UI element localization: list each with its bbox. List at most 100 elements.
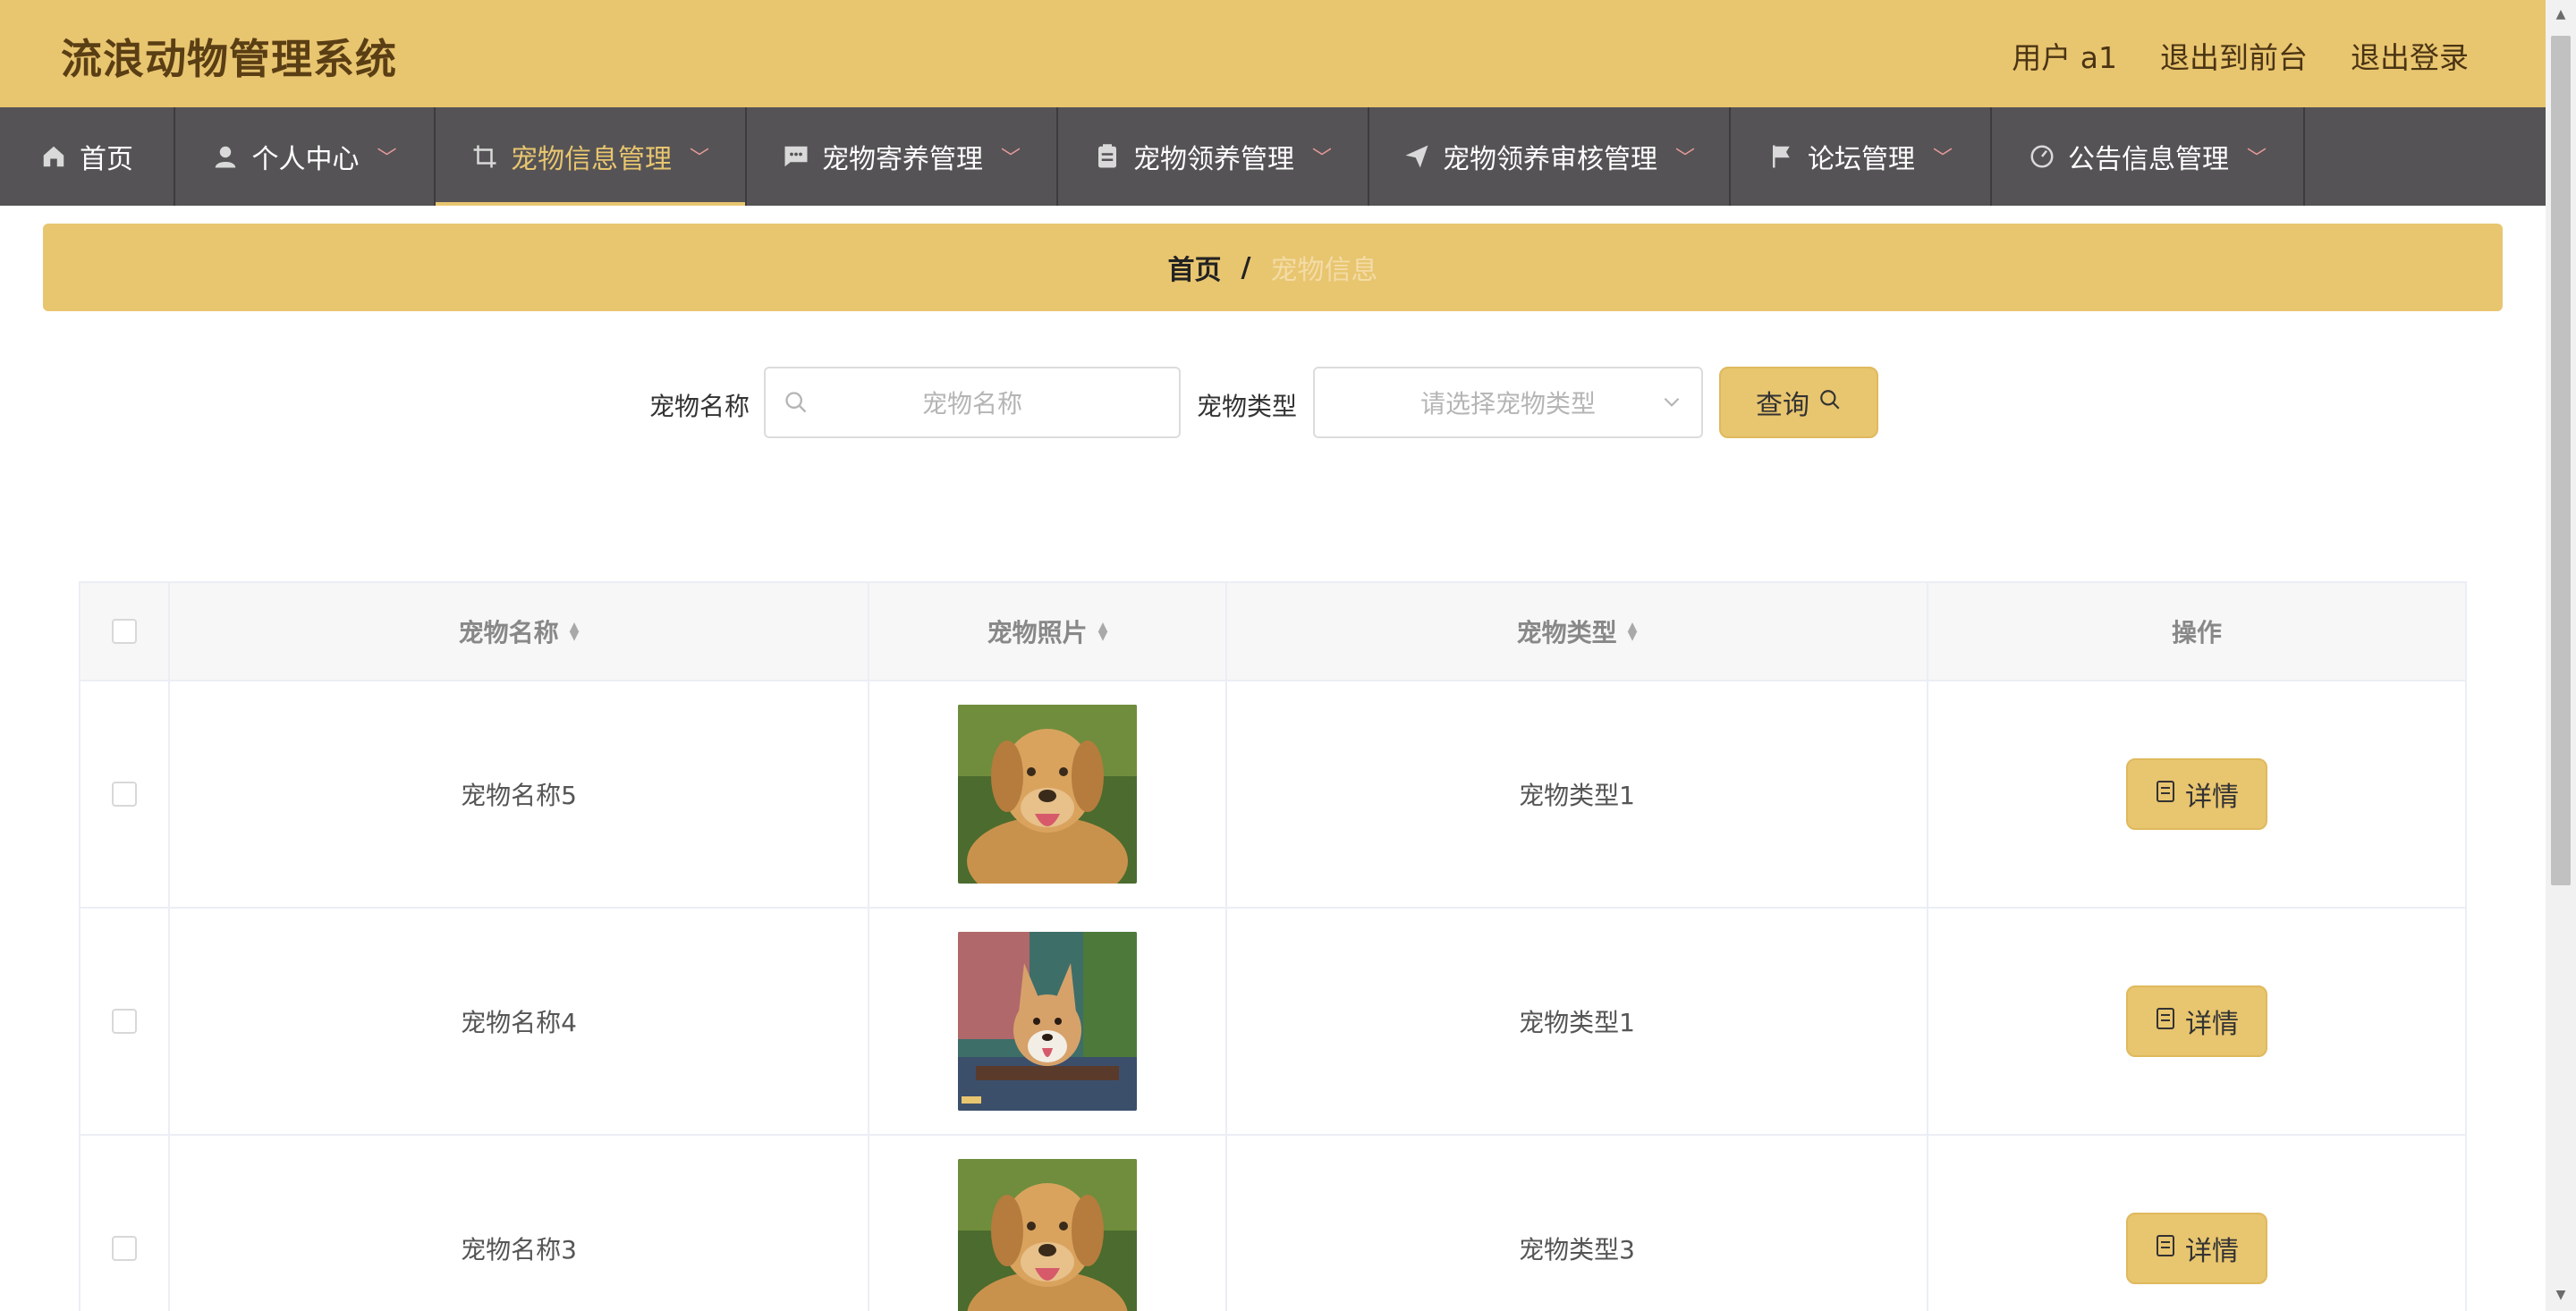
pet-name-input[interactable]: 宠物名称 [764, 367, 1181, 438]
vertical-scrollbar[interactable]: ▲ ▼ [2546, 0, 2576, 1311]
breadcrumb-current: 宠物信息 [1270, 255, 1378, 286]
pet-type-cell: 宠物类型1 [1227, 909, 1928, 1134]
crop-icon [471, 143, 498, 170]
nav-label: 公告信息管理 [2067, 144, 2229, 175]
nav-label: 宠物领养审核管理 [1442, 144, 1657, 175]
clipboard-icon [1094, 143, 1121, 170]
chevron-down-icon: ﹀ [377, 148, 397, 170]
chevron-down-icon: ﹀ [1311, 148, 1332, 170]
detail-button-label: 详情 [2185, 1236, 2239, 1267]
sort-icon[interactable]: ▲ ▼ [570, 621, 580, 642]
scrollbar-thumb[interactable] [2551, 36, 2571, 885]
detail-button-label: 详情 [2185, 1009, 2239, 1040]
row-checkbox[interactable] [112, 1236, 137, 1261]
document-icon [2155, 1233, 2176, 1264]
pet-type-label: 宠物类型 [1197, 392, 1298, 421]
column-header-label: 宠物照片 [987, 618, 1088, 647]
column-header-label: 操作 [2171, 618, 2222, 647]
nav-item-forum[interactable]: 论坛管理 ﹀ [1731, 107, 1992, 206]
app-title: 流浪动物管理系统 [61, 35, 397, 83]
detail-button[interactable]: 详情 [2126, 985, 2267, 1057]
column-header-label: 宠物类型 [1516, 618, 1617, 647]
action-cell: 详情 [1928, 1136, 2465, 1311]
breadcrumb: 首页 / 宠物信息 [43, 224, 2503, 311]
column-header-label: 宠物名称 [458, 618, 559, 647]
pet-photo-cell [869, 1136, 1227, 1311]
header-pet-type[interactable]: 宠物类型 ▲ ▼ [1227, 583, 1928, 680]
nav-item-home[interactable]: 首页 [0, 107, 175, 206]
chevron-down-icon: ﹀ [1932, 148, 1953, 170]
search-icon [1818, 387, 1842, 419]
pet-name-cell: 宠物名称5 [170, 681, 869, 907]
header-actions: 操作 [1928, 583, 2465, 680]
top-header: 流浪动物管理系统 用户 a1 退出到前台 退出登录 [0, 0, 2546, 107]
pet-name-placeholder: 宠物名称 [921, 389, 1022, 419]
pet-photo-cell [869, 681, 1227, 907]
search-icon [784, 390, 809, 419]
select-cell [80, 681, 170, 907]
pet-name-cell: 宠物名称3 [170, 1136, 869, 1311]
row-checkbox[interactable] [112, 782, 137, 807]
chat-icon [783, 143, 809, 170]
chevron-down-icon: ﹀ [1674, 148, 1695, 170]
breadcrumb-home[interactable]: 首页 [1168, 248, 1222, 287]
action-cell: 详情 [1928, 681, 2465, 907]
nav-item-pet-foster[interactable]: 宠物寄养管理 ﹀ [747, 107, 1058, 206]
pet-photo[interactable] [958, 1159, 1137, 1311]
nav-item-personal-center[interactable]: 个人中心 ﹀ [175, 107, 436, 206]
header-pet-photo[interactable]: 宠物照片 ▲ ▼ [869, 583, 1227, 680]
query-button-label: 查询 [1756, 390, 1809, 421]
pet-photo[interactable] [958, 932, 1137, 1111]
scroll-up-icon[interactable]: ▲ [2553, 7, 2569, 23]
pet-photo-cell [869, 909, 1227, 1134]
home-icon [40, 143, 67, 170]
action-cell: 详情 [1928, 909, 2465, 1134]
main-nav: 首页 个人中心 ﹀ 宠物信息管理 ﹀ 宠物寄养管理 ﹀ 宠物领养管理 ﹀ 宠物领… [0, 107, 2546, 206]
pet-name-label: 宠物名称 [649, 392, 750, 421]
pet-type-select[interactable]: 请选择宠物类型 [1313, 367, 1703, 438]
chevron-down-icon: ﹀ [1000, 148, 1021, 170]
table-header-row: 宠物名称 ▲ ▼ 宠物照片 ▲ ▼ 宠物类型 ▲ ▼ 操作 [80, 583, 2465, 681]
user-icon [212, 143, 239, 170]
document-icon [2155, 1006, 2176, 1037]
query-button[interactable]: 查询 [1719, 367, 1878, 438]
sort-icon[interactable]: ▲ ▼ [1098, 621, 1108, 642]
nav-item-adoption-review[interactable]: 宠物领养审核管理 ﹀ [1369, 107, 1731, 206]
send-icon [1403, 143, 1430, 170]
exit-to-front-link[interactable]: 退出到前台 [2160, 34, 2308, 77]
select-cell [80, 1136, 170, 1311]
nav-label: 论坛管理 [1807, 144, 1915, 175]
nav-item-announcements[interactable]: 公告信息管理 ﹀ [1992, 107, 2305, 206]
scroll-down-icon[interactable]: ▼ [2553, 1288, 2569, 1304]
pet-name-cell: 宠物名称4 [170, 909, 869, 1134]
nav-label: 宠物领养管理 [1132, 144, 1294, 175]
pet-photo[interactable] [958, 705, 1137, 884]
header-select-cell [80, 583, 170, 680]
pet-type-cell: 宠物类型1 [1227, 681, 1928, 907]
sort-icon[interactable]: ▲ ▼ [1628, 621, 1638, 642]
detail-button[interactable]: 详情 [2126, 758, 2267, 830]
pet-type-cell: 宠物类型3 [1227, 1136, 1928, 1311]
pet-type-placeholder: 请选择宠物类型 [1419, 389, 1596, 419]
nav-label: 宠物信息管理 [510, 144, 672, 175]
nav-item-pet-adoption[interactable]: 宠物领养管理 ﹀ [1058, 107, 1369, 206]
row-checkbox[interactable] [112, 1009, 137, 1034]
detail-button[interactable]: 详情 [2126, 1213, 2267, 1284]
current-user[interactable]: 用户 a1 [2012, 34, 2117, 77]
detail-button-label: 详情 [2185, 782, 2239, 813]
select-all-checkbox[interactable] [112, 619, 137, 644]
breadcrumb-separator: / [1241, 251, 1251, 283]
chevron-down-icon [1660, 390, 1683, 417]
flag-icon [1768, 143, 1795, 170]
nav-item-pet-info[interactable]: 宠物信息管理 ﹀ [436, 107, 747, 206]
nav-label: 宠物寄养管理 [821, 144, 983, 175]
table-row: 宠物名称5 宠物类型1 详情 [80, 681, 2465, 909]
select-cell [80, 909, 170, 1134]
chevron-down-icon: ﹀ [2246, 148, 2267, 170]
document-icon [2155, 779, 2176, 810]
content-panel: 宠物名称 宠物名称 宠物类型 请选择宠物类型 查询 宠物名称 ▲ ▼ 宠物照片 … [43, 331, 2503, 1311]
header-pet-name[interactable]: 宠物名称 ▲ ▼ [170, 583, 869, 680]
logout-link[interactable]: 退出登录 [2351, 34, 2469, 77]
table-row: 宠物名称4 宠物类型1 详情 [80, 909, 2465, 1136]
nav-label: 首页 [80, 144, 133, 175]
